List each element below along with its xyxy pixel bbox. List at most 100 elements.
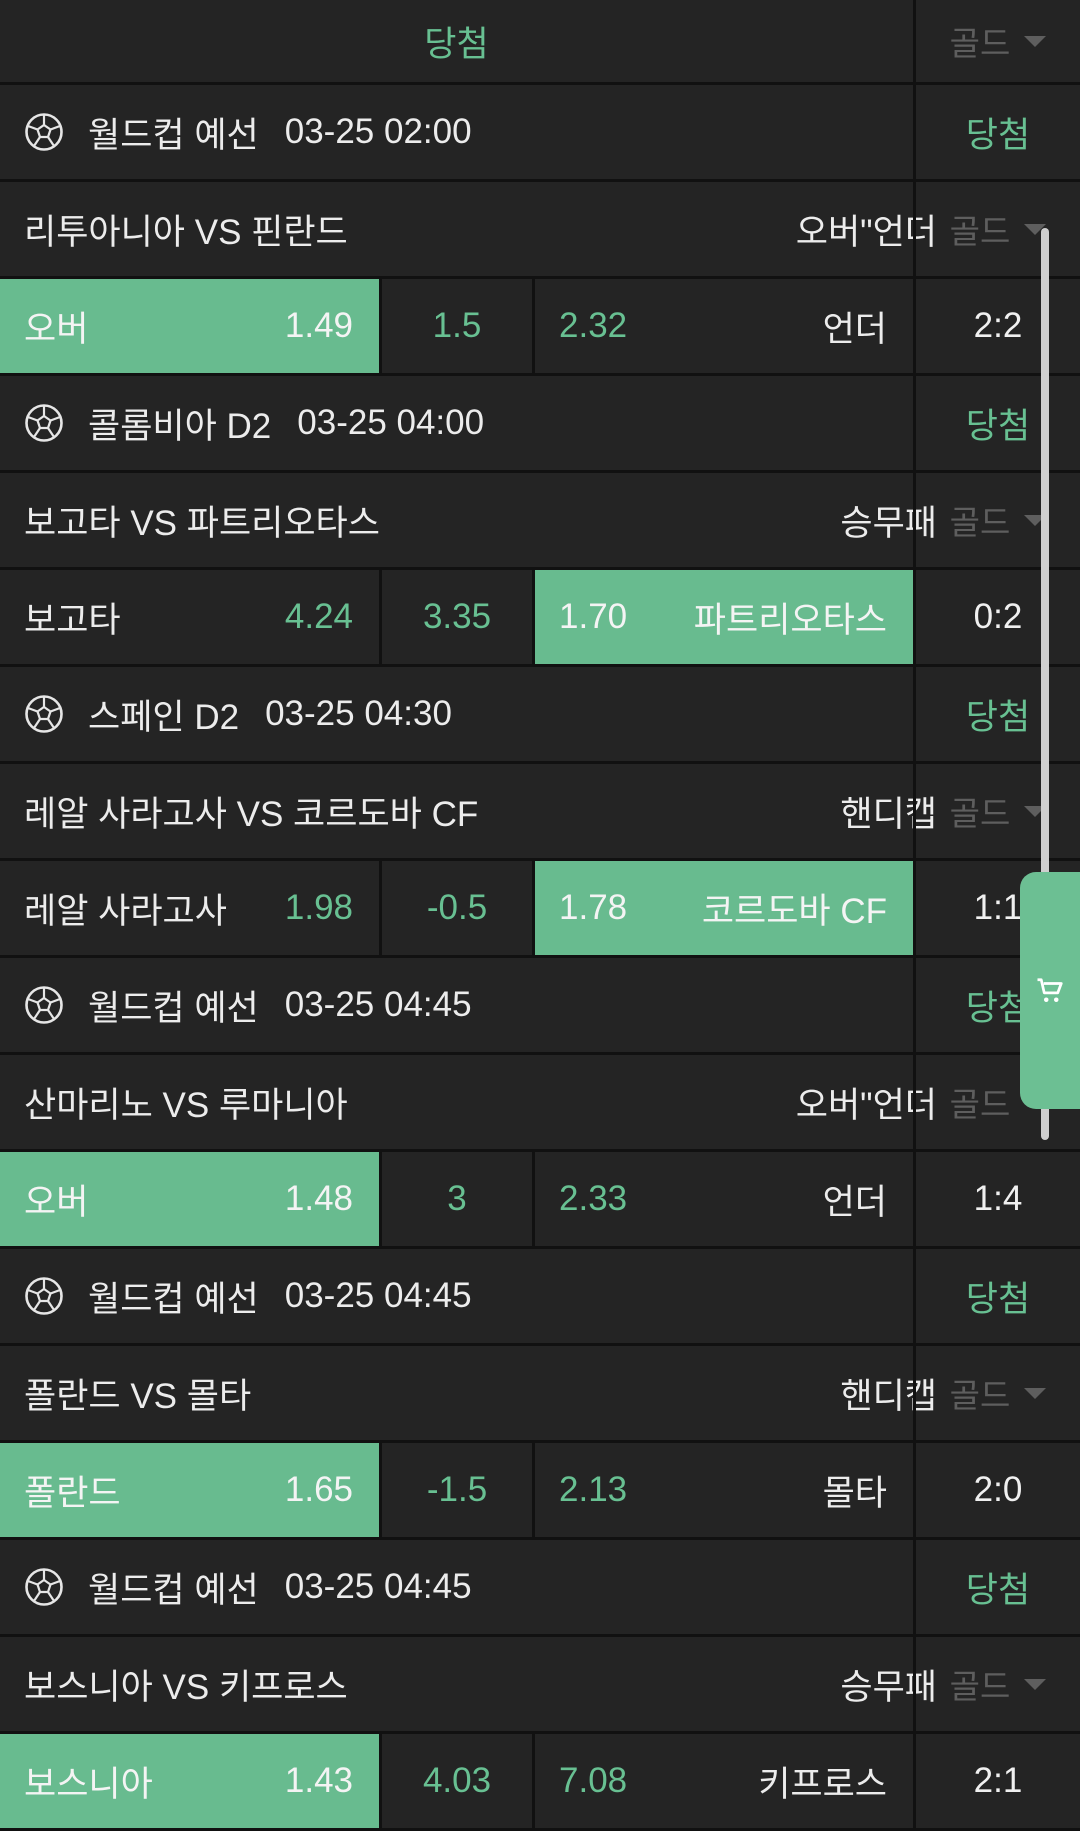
odds-right-label: 키프로스 (758, 1764, 887, 1804)
header-row: 당첨 골드 (0, 0, 1080, 85)
gold-select-wrap: 골드 (950, 205, 1047, 253)
soccer-ball-icon (25, 113, 63, 151)
league-info: 월드컵 예선 03-25 02:00 (0, 85, 937, 179)
final-score: 0:2 (973, 597, 1023, 636)
caret-down-icon (1024, 35, 1047, 47)
gold-select[interactable]: 골드 (913, 182, 1080, 276)
odds-right-label: 언더 (822, 1182, 887, 1222)
odds-right-value: 2.13 (559, 1470, 628, 1509)
odds-left-label: 보스니아 (24, 1764, 153, 1804)
odds-right-value: 2.32 (559, 306, 628, 345)
league-row: 월드컵 예선 03-25 04:45 당첨 (0, 1540, 1080, 1637)
header-title: 당첨 (424, 24, 489, 64)
odds-right-button[interactable]: 2.32 언더 (532, 279, 913, 373)
gold-select-label: 골드 (949, 795, 1011, 832)
result-cell: 당첨 (913, 667, 1080, 761)
league-row: 콜롬비아 D2 03-25 04:00 당첨 (0, 376, 1080, 473)
score-cell: 2:2 (913, 279, 1080, 373)
league-info: 스페인 D2 03-25 04:30 (0, 667, 937, 761)
odds-left-button[interactable]: 보고타 4.24 (0, 570, 379, 664)
odds-left-value: 1.65 (284, 1470, 353, 1509)
match-time: 03-25 02:00 (284, 112, 472, 151)
match-teams: 레알 사라고사 VS 코르도바 CF (24, 794, 479, 834)
odds-left-button[interactable]: 폴란드 1.65 (0, 1443, 379, 1537)
score-cell: 2:0 (913, 1443, 1080, 1537)
odds-left-button[interactable]: 오버 1.48 (0, 1152, 379, 1246)
match-row: 산마리노 VS 루마니아 오버"언더 골드 (0, 1055, 1080, 1152)
odds-right-button[interactable]: 1.78 코르도바 CF (532, 861, 913, 955)
odds-right-button[interactable]: 7.08 키프로스 (532, 1734, 913, 1828)
match-info: 리투아니아 VS 핀란드 오버"언더 (0, 182, 963, 276)
match-info: 보고타 VS 파트리오타스 승무패 (0, 473, 963, 567)
league-row: 월드컵 예선 03-25 04:45 당첨 (0, 958, 1080, 1055)
final-score: 1:1 (973, 888, 1023, 927)
league-info: 월드컵 예선 03-25 04:45 (0, 1540, 937, 1634)
odds-right-button[interactable]: 2.13 몰타 (532, 1443, 913, 1537)
odds-right-button[interactable]: 2.33 언더 (532, 1152, 913, 1246)
odds-left-label: 폴란드 (24, 1473, 121, 1513)
gold-select[interactable]: 골드 (913, 1637, 1080, 1731)
odds-left-button[interactable]: 오버 1.49 (0, 279, 379, 373)
odds-row: 레알 사라고사 1.98 -0.5 1.78 코르도바 CF 1:1 (0, 861, 1080, 958)
odds-left-value: 1.43 (284, 1761, 353, 1800)
odds-line: 1.5 (379, 279, 532, 373)
gold-select-wrap: 골드 (950, 1660, 1047, 1708)
gold-select-wrap: 골드 (950, 496, 1047, 544)
header-main: 당첨 (0, 0, 913, 82)
league-row: 스페인 D2 03-25 04:30 당첨 (0, 667, 1080, 764)
match-info: 산마리노 VS 루마니아 오버"언더 (0, 1055, 963, 1149)
match-time: 03-25 04:00 (297, 403, 485, 442)
match-row: 폴란드 VS 몰타 핸디캡 골드 (0, 1346, 1080, 1443)
soccer-ball-icon (25, 404, 63, 442)
league-name: 월드컵 예선 (88, 988, 259, 1028)
gold-select[interactable]: 골드 (913, 1346, 1080, 1440)
bet-history-list: 당첨 골드 월드컵 예선 03-25 02:00 당첨 리투아니아 VS 핀란드… (0, 0, 1080, 1831)
match-row: 보스니아 VS 키프로스 승무패 골드 (0, 1637, 1080, 1734)
odds-line-value: 3.35 (422, 597, 492, 636)
odds-left-value: 4.24 (284, 597, 353, 636)
match-teams: 보고타 VS 파트리오타스 (24, 503, 380, 543)
match-teams: 폴란드 VS 몰타 (24, 1376, 252, 1416)
odds-right-button[interactable]: 1.70 파트리오타스 (532, 570, 913, 664)
header-gold-select[interactable]: 골드 (913, 0, 1080, 82)
final-score: 1:4 (973, 1179, 1023, 1218)
odds-left-button[interactable]: 보스니아 1.43 (0, 1734, 379, 1828)
odds-row: 오버 1.48 3 2.33 언더 1:4 (0, 1152, 1080, 1249)
gold-select-label: 골드 (949, 1668, 1011, 1705)
caret-down-icon (1024, 1678, 1047, 1690)
odds-line: 3.35 (379, 570, 532, 664)
league-name: 월드컵 예선 (88, 1279, 259, 1319)
result-badge: 당첨 (965, 697, 1031, 737)
gold-select[interactable]: 골드 (913, 473, 1080, 567)
match-row: 보고타 VS 파트리오타스 승무패 골드 (0, 473, 1080, 570)
score-cell: 0:2 (913, 570, 1080, 664)
odds-row: 보스니아 1.43 4.03 7.08 키프로스 2:1 (0, 1734, 1080, 1831)
odds-line-value: -0.5 (426, 888, 488, 927)
result-cell: 당첨 (913, 85, 1080, 179)
odds-left-label: 레알 사라고사 (24, 891, 227, 931)
match-teams: 산마리노 VS 루마니아 (24, 1085, 348, 1125)
odds-line-value: 1.5 (432, 306, 482, 345)
odds-right-value: 1.70 (559, 597, 628, 636)
gold-select-label: 골드 (949, 25, 1011, 62)
odds-row: 보고타 4.24 3.35 1.70 파트리오타스 0:2 (0, 570, 1080, 667)
result-cell: 당첨 (913, 376, 1080, 470)
soccer-ball-icon (25, 986, 63, 1024)
odds-line-value: 4.03 (422, 1761, 492, 1800)
soccer-ball-icon (25, 1568, 63, 1606)
odds-line: 4.03 (379, 1734, 532, 1828)
match-row: 레알 사라고사 VS 코르도바 CF 핸디캡 골드 (0, 764, 1080, 861)
result-cell: 당첨 (913, 1249, 1080, 1343)
league-info: 월드컵 예선 03-25 04:45 (0, 958, 937, 1052)
gold-select-label: 골드 (949, 1377, 1011, 1414)
league-name: 콜롬비아 D2 (88, 406, 272, 446)
soccer-ball-icon (25, 695, 63, 733)
odds-left-value: 1.48 (284, 1179, 353, 1218)
result-badge: 당첨 (965, 406, 1031, 446)
odds-row: 폴란드 1.65 -1.5 2.13 몰타 2:0 (0, 1443, 1080, 1540)
cart-button[interactable] (1020, 872, 1080, 1109)
gold-select-label: 골드 (949, 1086, 1011, 1123)
gold-select[interactable]: 골드 (913, 764, 1080, 858)
match-time: 03-25 04:45 (284, 985, 472, 1024)
odds-left-button[interactable]: 레알 사라고사 1.98 (0, 861, 379, 955)
